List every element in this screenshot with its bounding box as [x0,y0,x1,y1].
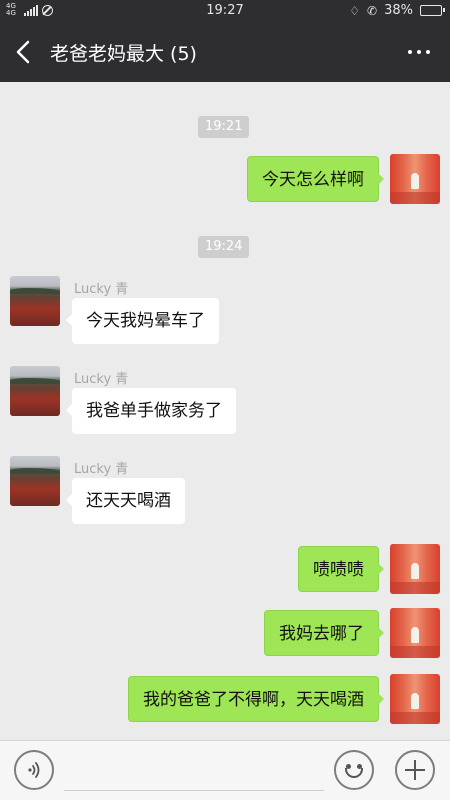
sender-avatar[interactable] [10,366,60,416]
my-avatar[interactable] [390,608,440,658]
voice-icon [28,762,40,778]
battery-percent: 38% [384,3,413,18]
nav-bar: 老爸老妈最大 (5) [0,22,450,82]
message-bubble-incoming[interactable]: 还天天喝酒 [66,478,185,524]
sender-avatar[interactable] [10,276,60,326]
status-right: ♢ ✆ 38% [349,3,445,18]
bell-icon: ♢ [349,3,361,18]
message-bubble-outgoing[interactable]: 啧啧啧 [298,546,384,592]
wifi-call-icon: ✆ [367,3,378,18]
back-arrow-icon [16,40,30,64]
time-stamp: 19:24 [198,236,250,258]
my-avatar[interactable] [390,544,440,594]
sender-name: Lucky 青 [74,282,129,297]
plus-button[interactable] [395,750,435,790]
battery-icon [420,5,445,16]
time-stamp: 19:21 [198,116,250,138]
message-bubble-outgoing[interactable]: 今天怎么样啊 [247,156,384,202]
more-dot-icon [426,50,430,54]
sender-avatar[interactable] [10,456,60,506]
message-bubble-outgoing[interactable]: 我妈去哪了 [264,610,384,656]
more-dot-icon [408,50,412,54]
sender-name: Lucky 青 [74,372,129,387]
back-button[interactable] [10,36,40,68]
chat-title: 老爸老妈最大 (5) [50,43,197,65]
my-avatar[interactable] [390,154,440,204]
message-input[interactable] [64,751,324,791]
message-bubble-incoming[interactable]: 今天我妈晕车了 [66,298,219,344]
message-bubble-outgoing[interactable]: 我的爸爸了不得啊，天天喝酒 [128,676,384,722]
voice-input-button[interactable] [14,750,54,790]
emoji-button[interactable] [334,750,374,790]
message-bubble-incoming[interactable]: 我爸单手做家务了 [66,388,236,434]
status-bar: 4G 4G 19:27 ♢ ✆ 38% [0,0,450,22]
more-options-button[interactable] [404,41,434,63]
chat-area[interactable]: 19:21 今天怎么样啊 19:24 Lucky 青 今天我妈晕车了 Lucky… [0,82,450,740]
emoji-mouth-icon [345,768,363,778]
my-avatar[interactable] [390,674,440,724]
input-bar [0,740,450,800]
more-dot-icon [417,50,421,54]
sender-name: Lucky 青 [74,462,129,477]
